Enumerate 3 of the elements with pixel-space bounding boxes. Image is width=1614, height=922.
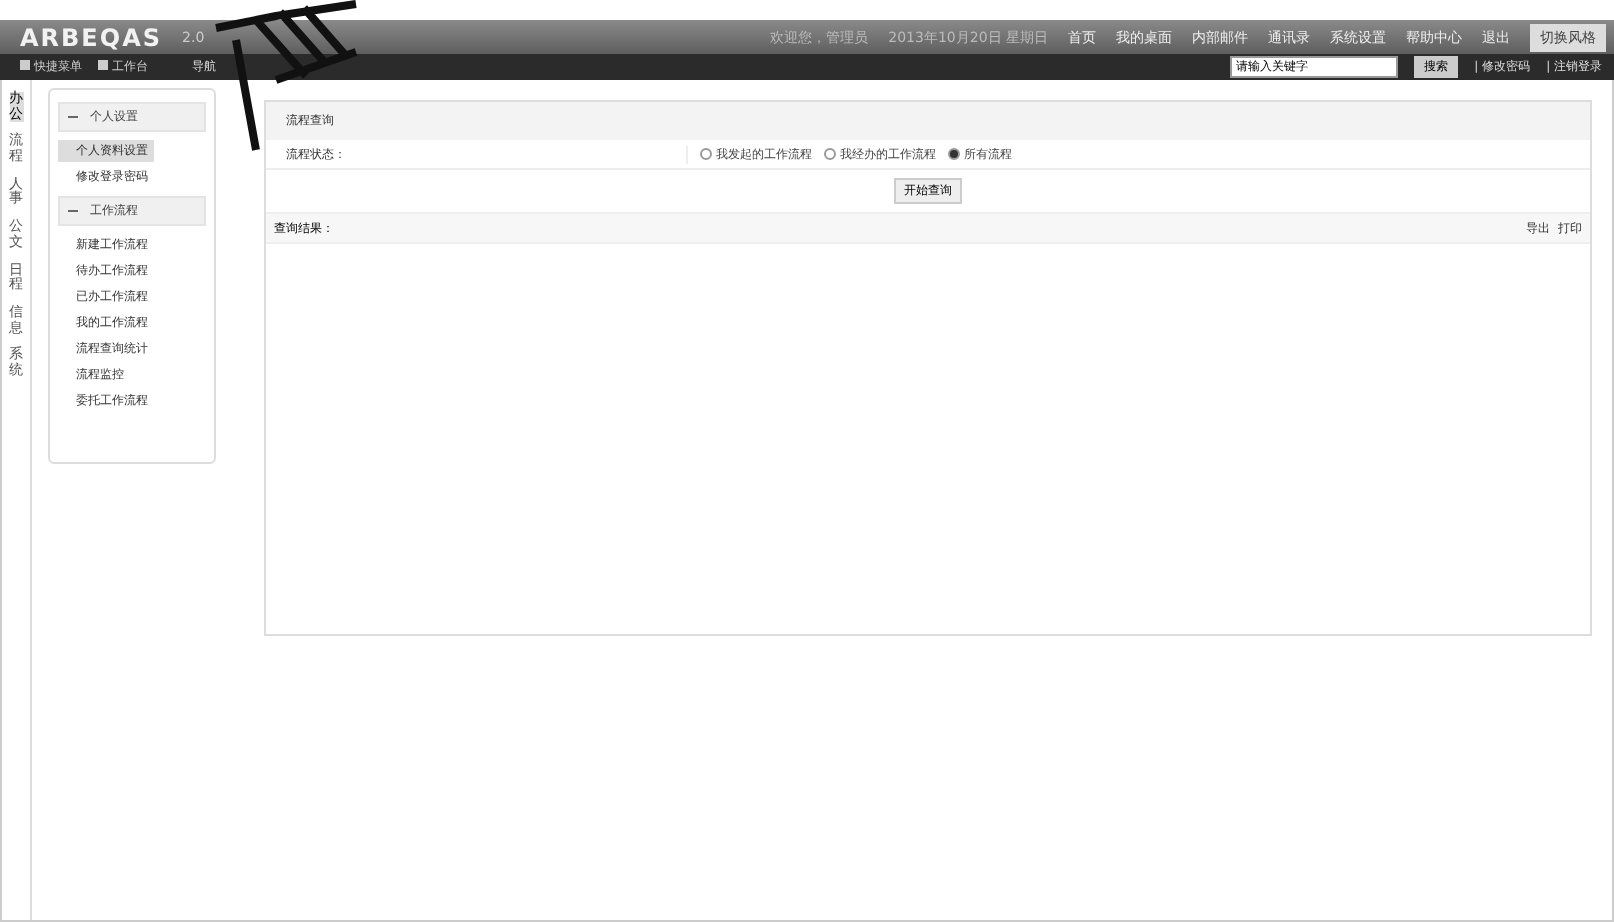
logo: ARBEQAS <box>20 23 163 51</box>
collapse-icon[interactable] <box>68 205 78 216</box>
collapse-icon[interactable] <box>68 111 78 122</box>
